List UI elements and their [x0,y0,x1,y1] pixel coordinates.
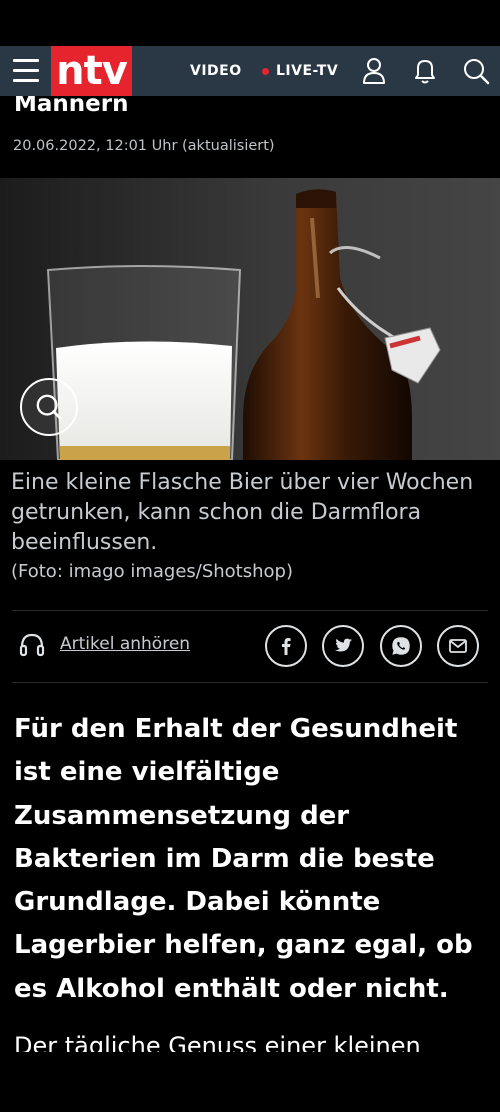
article-lead: Für den Erhalt der Gesundheit ist eine v… [14,714,473,1004]
nav-video-overlay: VIDEO [190,63,242,79]
email-icon [449,639,467,653]
bell-icon-overlay [415,60,435,84]
user-icon-overlay [363,58,385,84]
photo-caption: Eine kleine Flasche Bier über vier Woche… [11,470,474,555]
menu-icon-overlay [13,59,39,83]
search-icon-overlay [464,59,490,85]
nav-live-overlay-label: LIVE-TV [276,63,339,79]
share-whatsapp-button[interactable] [380,625,422,667]
share-facebook-button[interactable] [265,625,307,667]
article-body-text: Der tägliche Genuss einer kleinen [14,1032,421,1052]
photo-credit: (Foto: imago images/Shotshop) [11,561,293,582]
whatsapp-icon [392,637,410,655]
facebook-icon [282,638,291,655]
headphones-icon [19,633,45,657]
listen-article-label: Artikel anhören [60,634,191,654]
twitter-icon [334,638,353,652]
zoom-image-button[interactable] [20,378,78,436]
share-twitter-button[interactable] [322,625,364,667]
status-bar [0,0,500,46]
nav-live-overlay: LIVE-TV [262,46,338,96]
divider-bottom [12,682,488,683]
share-email-button[interactable] [437,625,479,667]
live-indicator-dot-overlay [262,67,269,75]
listen-article-button[interactable]: Artikel anhören [18,630,190,658]
article-date: 20.06.2022, 12:01 Uhr (aktualisiert) [13,138,275,154]
divider-top [12,610,488,611]
ntv-logo-overlay: ntv [51,46,132,96]
